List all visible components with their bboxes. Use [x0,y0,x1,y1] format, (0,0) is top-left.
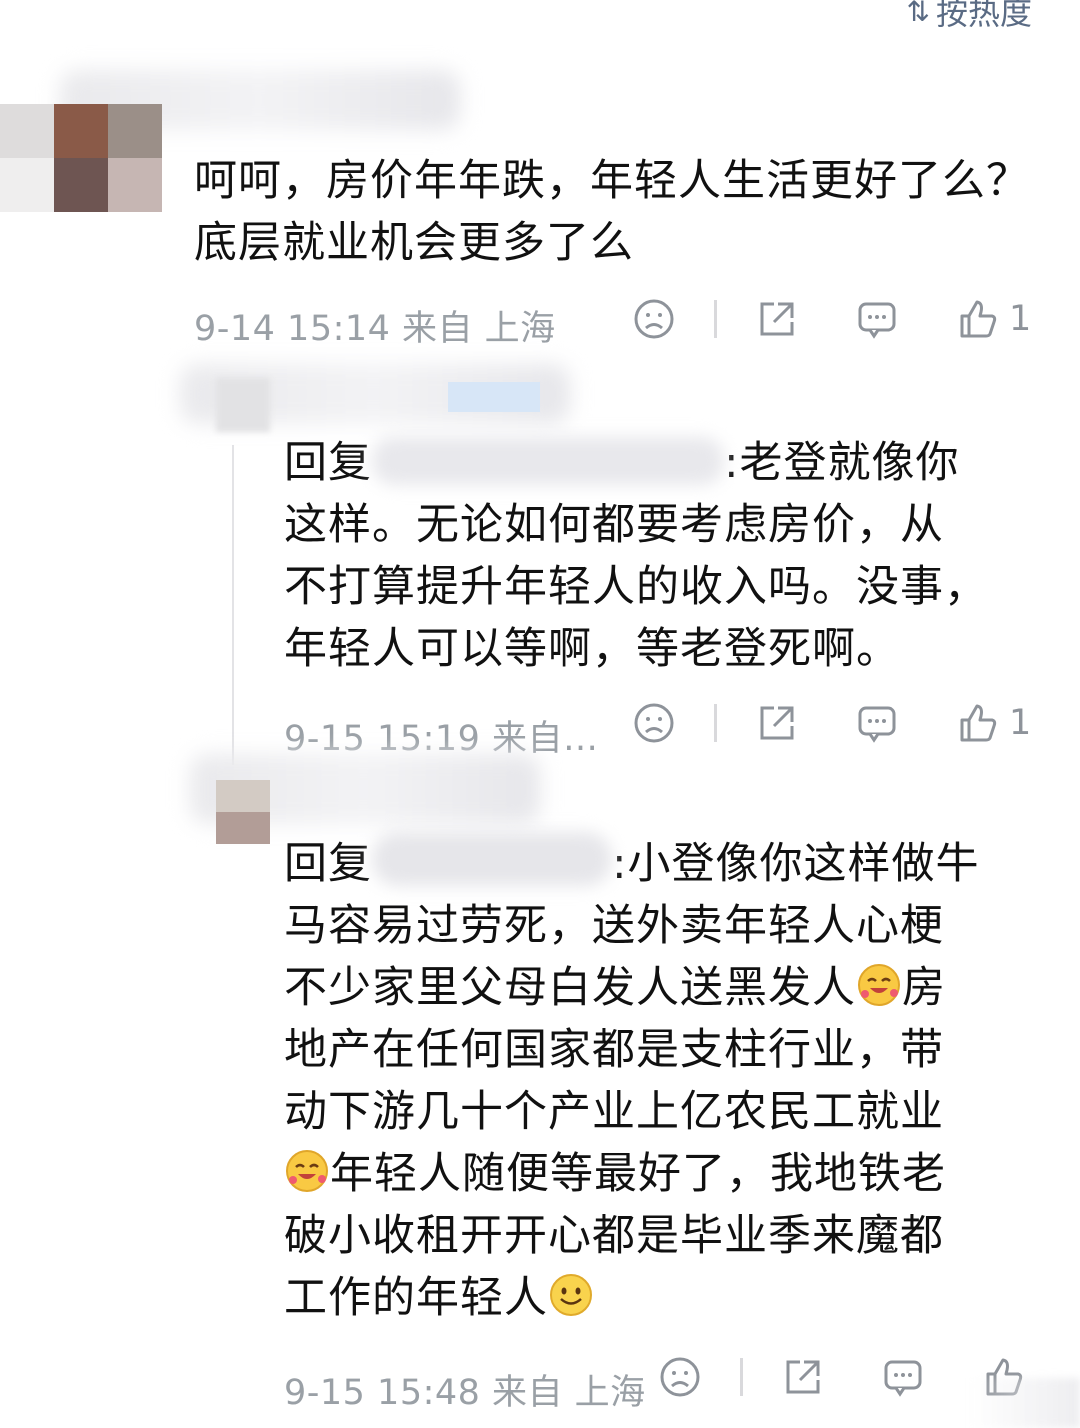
sad-face-icon [634,299,674,339]
like-button[interactable]: 1 [957,702,1031,744]
dislike-button[interactable] [632,298,676,340]
dislike-button[interactable] [632,702,676,744]
reply-line: 这样。无论如何都要考虑房价，从 [284,500,944,550]
like-count: 1 [1009,703,1032,743]
sad-face-icon [660,1357,700,1397]
reply-line: 工作的年轻人 [284,1267,1064,1329]
reply-line: 破小收租开开心都是毕业季来魔都 [284,1211,944,1261]
reply-line: 不少家里父母白发人送黑发人房 [284,963,946,1013]
reply-line: 年轻人随便等最好了，我地铁老 [284,1143,1064,1205]
reply-line: 年轻人可以等啊，等老登死啊。 [284,624,900,674]
reply-line: 地产在任何国家都是支柱行业，带 [284,1025,944,1075]
avatar[interactable] [0,104,162,212]
mentioned-user-blurred [372,832,612,886]
comment-meta: 9-14 15:14 来自 上海 [194,309,556,349]
comment-line: 底层就业机会更多了么 [194,218,634,268]
comment-button[interactable] [881,1356,925,1398]
reply-line: 动下游几十个产业上亿农民工就业 [284,1087,944,1137]
username-highlight [448,382,540,412]
reply-text: 回复:老登就像你 这样。无论如何都要考虑房价，从 不打算提升年轻人的收入吗。没事… [284,432,1064,680]
reply-line: 不打算提升年轻人的收入吗。没事， [284,562,988,612]
comment-bubble-icon [858,706,896,743]
share-icon [760,302,794,336]
like-count: 1 [1009,299,1032,339]
comment-bubble-icon [858,302,896,339]
like-button[interactable]: 1 [957,298,1031,340]
laughing-hearts-emoji [286,1150,328,1192]
comment-text: 呵呵，房价年年跌，年轻人生活更好了么？ 底层就业机会更多了么 [194,150,1074,274]
comment-line: 呵呵，房价年年跌，年轻人生活更好了么？ [194,156,1030,206]
avatar[interactable] [216,378,270,432]
sort-label: 按热度 [935,0,1032,32]
share-button[interactable] [755,298,799,340]
avatar[interactable] [216,780,270,844]
reply-line: 马容易过劳死，送外卖年轻人心梗 [284,901,944,951]
comment-button[interactable] [855,298,899,340]
watermark [970,1378,1080,1428]
smile-emoji [550,1274,592,1316]
dislike-button[interactable] [658,1356,702,1398]
reply-line-1: 回复:小登像你这样做牛 [284,832,1064,895]
share-button[interactable] [781,1356,825,1398]
thumbs-up-icon [960,300,997,338]
thumbs-up-icon [960,704,997,742]
laughing-hearts-emoji [858,964,900,1006]
divider [740,1358,743,1396]
sort-arrows-icon: ⇅ [906,0,930,28]
share-icon [760,706,794,740]
mentioned-user-blurred [372,437,724,485]
comment-bubble-icon [884,1360,922,1397]
divider [714,704,717,742]
reply-line-1: 回复:老登就像你 [284,437,960,488]
comment-button[interactable] [855,702,899,744]
share-icon [786,1360,820,1394]
action-row: 1 [632,294,1031,344]
sad-face-icon [634,703,674,743]
share-button[interactable] [755,702,799,744]
action-row: 1 [632,698,1031,748]
divider [714,300,717,338]
thread-line [232,445,234,765]
reply-text: 回复:小登像你这样做牛 马容易过劳死，送外卖年轻人心梗 不少家里父母白发人送黑发… [284,832,1064,1329]
reply-meta: 9-15 15:48 来自 上海 [284,1373,646,1413]
sort-by-hot-button[interactable]: ⇅ 按热度 [907,0,1032,34]
